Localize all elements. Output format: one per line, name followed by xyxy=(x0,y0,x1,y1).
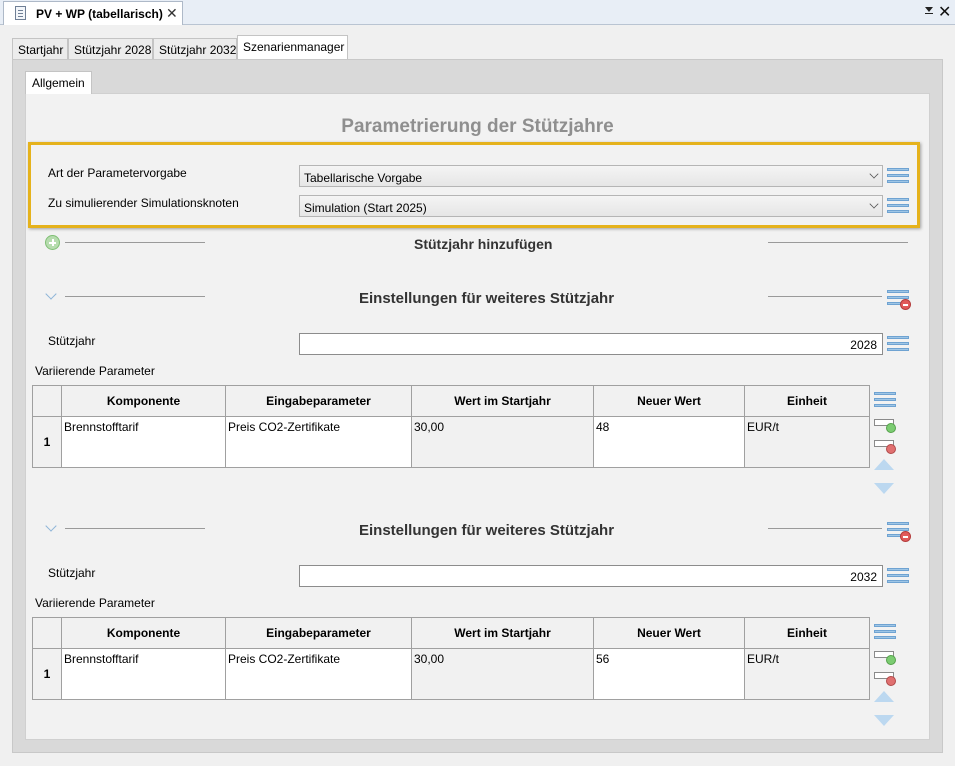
list-lines-icon[interactable] xyxy=(874,623,896,641)
document-icon xyxy=(15,6,26,20)
param-type-select[interactable]: Tabellarische Vorgabe xyxy=(299,165,883,187)
remove-section-icon[interactable] xyxy=(887,289,911,310)
params-label: Variierende Parameter xyxy=(35,596,155,610)
tab-szenarienmanager[interactable]: Szenarienmanager xyxy=(237,35,348,60)
column-header[interactable]: Neuer Wert xyxy=(593,385,745,417)
tab-startjahr[interactable]: Startjahr xyxy=(12,38,68,60)
stuetzjahr-input[interactable]: 2032 xyxy=(299,565,883,587)
cell-komponente[interactable]: Brennstofftarif xyxy=(61,648,226,700)
tab-allgemein[interactable]: Allgemein xyxy=(25,71,92,94)
list-lines-icon[interactable] xyxy=(887,167,909,185)
tab-stuetzjahr-2028[interactable]: Stützjahr 2028 xyxy=(68,38,153,60)
remove-section-icon[interactable] xyxy=(887,521,911,542)
stuetzjahr-label: Stützjahr xyxy=(48,566,96,580)
add-circle-icon[interactable] xyxy=(45,235,60,250)
params-label: Variierende Parameter xyxy=(35,364,155,378)
add-row-icon[interactable] xyxy=(874,650,896,665)
param-type-value: Tabellarische Vorgabe xyxy=(304,171,423,185)
cell-einheit: EUR/t xyxy=(744,416,870,468)
cell-wert-startjahr: 30,00 xyxy=(411,648,594,700)
add-support-year-button[interactable]: Stützjahr hinzufügen xyxy=(414,236,552,252)
column-header[interactable]: Komponente xyxy=(61,385,226,417)
cell-komponente[interactable]: Brennstofftarif xyxy=(61,416,226,468)
editor-tab-strip: PV + WP (tabellarisch) ✕ ✕ xyxy=(0,0,955,25)
move-down-icon[interactable] xyxy=(874,715,894,726)
view-close-icon[interactable]: ✕ xyxy=(938,2,951,22)
cell-neuer-wert[interactable]: 48 xyxy=(593,416,745,468)
editor-tab[interactable]: PV + WP (tabellarisch) ✕ xyxy=(3,1,183,25)
chevron-down-icon xyxy=(869,169,879,179)
divider xyxy=(65,528,205,529)
close-icon[interactable]: ✕ xyxy=(166,5,178,22)
column-header[interactable]: Einheit xyxy=(744,385,870,417)
page-title: Parametrierung der Stützjahre xyxy=(341,116,614,137)
row-number[interactable]: 1 xyxy=(32,416,62,468)
stuetzjahr-label: Stützjahr xyxy=(48,334,96,348)
row-number[interactable]: 1 xyxy=(32,648,62,700)
column-header[interactable]: Wert im Startjahr xyxy=(411,385,594,417)
column-header[interactable]: Komponente xyxy=(61,617,226,649)
list-lines-icon[interactable] xyxy=(887,567,909,585)
list-lines-icon[interactable] xyxy=(887,335,909,353)
list-lines-icon[interactable] xyxy=(874,391,896,409)
table-header-row: Komponente Eingabeparameter Wert im Star… xyxy=(32,385,870,417)
table-header-row: Komponente Eingabeparameter Wert im Star… xyxy=(32,617,870,649)
column-header[interactable]: Wert im Startjahr xyxy=(411,617,594,649)
params-table: Komponente Eingabeparameter Wert im Star… xyxy=(32,617,870,700)
column-header[interactable]: Eingabeparameter xyxy=(225,385,412,417)
add-row-icon[interactable] xyxy=(874,418,896,433)
cell-einheit: EUR/t xyxy=(744,648,870,700)
column-header[interactable]: Neuer Wert xyxy=(593,617,745,649)
cell-eingabeparameter[interactable]: Preis CO2-Zertifikate xyxy=(225,416,412,468)
column-header[interactable]: Einheit xyxy=(744,617,870,649)
stuetzjahr-input[interactable]: 2028 xyxy=(299,333,883,355)
move-down-icon[interactable] xyxy=(874,483,894,494)
section-title: Einstellungen für weiteres Stützjahr xyxy=(359,522,615,539)
divider xyxy=(65,242,205,243)
divider xyxy=(768,528,882,529)
sim-node-select[interactable]: Simulation (Start 2025) xyxy=(299,195,883,217)
corner-cell xyxy=(32,617,62,649)
cell-neuer-wert[interactable]: 56 xyxy=(593,648,745,700)
delete-row-icon[interactable] xyxy=(874,671,896,686)
divider xyxy=(65,296,205,297)
column-header[interactable]: Eingabeparameter xyxy=(225,617,412,649)
move-up-icon[interactable] xyxy=(874,459,894,470)
move-up-icon[interactable] xyxy=(874,691,894,702)
view-menu-icon[interactable] xyxy=(924,5,934,17)
chevron-down-icon xyxy=(869,199,879,209)
table-row[interactable]: 1 Brennstofftarif Preis CO2-Zertifikate … xyxy=(32,416,870,468)
divider xyxy=(768,296,882,297)
delete-row-icon[interactable] xyxy=(874,439,896,454)
table-row[interactable]: 1 Brennstofftarif Preis CO2-Zertifikate … xyxy=(32,648,870,700)
divider xyxy=(768,242,908,243)
sim-node-label: Zu simulierender Simulationsknoten xyxy=(48,196,239,210)
params-table: Komponente Eingabeparameter Wert im Star… xyxy=(32,385,870,468)
editor-tab-title: PV + WP (tabellarisch) xyxy=(36,7,163,21)
param-type-label: Art der Parametervorgabe xyxy=(48,166,187,180)
sim-node-value: Simulation (Start 2025) xyxy=(304,201,427,215)
cell-wert-startjahr: 30,00 xyxy=(411,416,594,468)
cell-eingabeparameter[interactable]: Preis CO2-Zertifikate xyxy=(225,648,412,700)
list-lines-icon[interactable] xyxy=(887,197,909,215)
corner-cell xyxy=(32,385,62,417)
tab-stuetzjahr-2032[interactable]: Stützjahr 2032 xyxy=(153,38,237,60)
section-title: Einstellungen für weiteres Stützjahr xyxy=(359,290,615,307)
